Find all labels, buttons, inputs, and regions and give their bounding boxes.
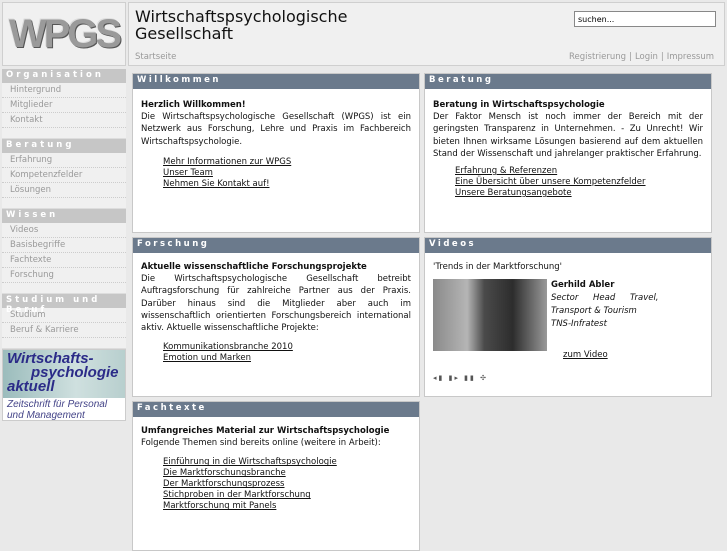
video-thumbnail[interactable]: [433, 279, 547, 352]
sidebar-item-basisbegriffe[interactable]: Basisbegriffe: [2, 238, 126, 253]
logo-text: WPGS: [8, 11, 122, 56]
sidebar-item-fachtexte[interactable]: Fachtexte: [2, 253, 126, 268]
panel-header: Videos: [425, 238, 711, 253]
speaker-role: Transport & Tourism: [551, 306, 637, 317]
player-controls[interactable]: ◂▮ ▮▸ ▮▮ ✣: [433, 372, 703, 384]
panel-header: Willkommen: [133, 74, 419, 89]
banner-subtitle: Zeitschrift für Personal und Management: [3, 398, 125, 421]
link[interactable]: Stichproben in der Marktforschung: [163, 490, 411, 501]
sidebar-heading-studium: Studium und Beruf: [2, 294, 126, 315]
sidebar-item-kontakt[interactable]: Kontakt: [2, 113, 126, 128]
banner-line: und Management: [7, 410, 85, 421]
panel-text: Folgende Themen sind bereits online (wei…: [141, 438, 381, 449]
panel-title: Aktuelle wissenschaftliche Forschungspro…: [141, 262, 367, 272]
banner-line: aktuell: [7, 378, 55, 395]
panel-header: Fachtexte: [133, 402, 419, 417]
link[interactable]: Die Marktforschungsbranche: [163, 468, 411, 479]
panel-text: Die Wirtschaftspsychologische Gesellscha…: [141, 274, 411, 334]
banner-title: Wirtschafts-psychologie aktuell: [3, 350, 125, 398]
search-input[interactable]: [574, 11, 716, 27]
panel-text: Die Wirtschaftspsychologische Gesellscha…: [141, 112, 411, 147]
sidebar-item-hintergrund[interactable]: Hintergrund: [2, 83, 126, 98]
panel-header: Beratung: [425, 74, 711, 89]
sidebar-item-beruf[interactable]: Beruf & Karriere: [2, 323, 126, 338]
title-line: Gesellschaft: [135, 24, 234, 43]
site-title: Wirtschaftspsychologische Gesellschaft: [135, 8, 347, 42]
register-link[interactable]: Registrierung: [569, 52, 626, 62]
divider: [2, 283, 126, 294]
sidebar-item-videos[interactable]: Videos: [2, 223, 126, 238]
sidebar-heading-wissen: Wissen: [2, 209, 126, 223]
banner-line: Zeitschrift für Personal: [7, 399, 108, 410]
divider: [2, 338, 126, 349]
sidebar: Organisation Hintergrund Mitglieder Kont…: [2, 69, 126, 421]
magazine-banner[interactable]: Wirtschafts-psychologie aktuell Zeitschri…: [2, 349, 126, 421]
panel-header: Forschung: [133, 238, 419, 253]
breadcrumb[interactable]: Startseite: [135, 52, 176, 62]
impressum-link[interactable]: Impressum: [667, 52, 714, 62]
speaker-company: TNS-Infratest: [551, 319, 607, 330]
panel-forschung: Forschung Aktuelle wissenschaftliche For…: [132, 237, 420, 397]
link[interactable]: Emotion und Marken: [163, 353, 411, 364]
link[interactable]: Kommunikationsbranche 2010: [163, 342, 411, 353]
link[interactable]: Eine Übersicht über unsere Kompetenzfeld…: [455, 177, 703, 188]
title-line: Wirtschaftspsychologische: [135, 7, 348, 26]
sidebar-heading-organisation: Organisation: [2, 69, 126, 83]
watch-video-link[interactable]: zum Video: [563, 349, 703, 362]
sidebar-item-loesungen[interactable]: Lösungen: [2, 183, 126, 198]
link[interactable]: Erfahrung & Referenzen: [455, 166, 703, 177]
link[interactable]: Unser Team: [163, 168, 411, 179]
sidebar-heading-beratung: Beratung: [2, 139, 126, 153]
video-caption: 'Trends in der Marktforschung': [433, 262, 562, 272]
header: Wirtschaftspsychologische Gesellschaft St…: [128, 2, 725, 66]
panel-fachtexte: Fachtexte Umfangreiches Material zur Wir…: [132, 401, 420, 551]
speaker-name: Gerhild Abler: [551, 280, 615, 291]
panel-title: Herzlich Willkommen!: [141, 100, 246, 110]
speaker-role: Sector Head Travel,: [551, 293, 659, 304]
link[interactable]: Der Marktforschungsprozess: [163, 479, 411, 490]
divider: [2, 128, 126, 139]
link[interactable]: Nehmen Sie Kontakt auf!: [163, 179, 411, 190]
sidebar-item-mitglieder[interactable]: Mitglieder: [2, 98, 126, 113]
sidebar-item-studium[interactable]: Studium: [2, 308, 126, 323]
logo[interactable]: WPGS: [2, 2, 126, 66]
divider: [2, 198, 126, 209]
login-link[interactable]: Login: [635, 52, 658, 62]
panel-beratung: Beratung Beratung in Wirtschaftspsycholo…: [424, 73, 712, 233]
panel-title: Beratung in Wirtschaftspsychologie: [433, 100, 605, 110]
sidebar-item-erfahrung[interactable]: Erfahrung: [2, 153, 126, 168]
link[interactable]: Marktforschung mit Panels: [163, 501, 411, 512]
top-links: Registrierung | Login | Impressum: [569, 52, 714, 62]
panel-videos: Videos 'Trends in der Marktforschung' Ge…: [424, 237, 712, 397]
link[interactable]: Einführung in die Wirtschaftspsychologie: [163, 457, 411, 468]
link[interactable]: Unsere Beratungsangebote: [455, 188, 703, 199]
panel-willkommen: Willkommen Herzlich Willkommen! Die Wirt…: [132, 73, 420, 233]
sidebar-item-forschung[interactable]: Forschung: [2, 268, 126, 283]
sidebar-item-kompetenzfelder[interactable]: Kompetenzfelder: [2, 168, 126, 183]
panel-text: Der Faktor Mensch ist noch immer der Ber…: [433, 112, 703, 159]
panel-title: Umfangreiches Material zur Wirtschaftsps…: [141, 426, 390, 436]
link[interactable]: Mehr Informationen zur WPGS: [163, 157, 411, 168]
